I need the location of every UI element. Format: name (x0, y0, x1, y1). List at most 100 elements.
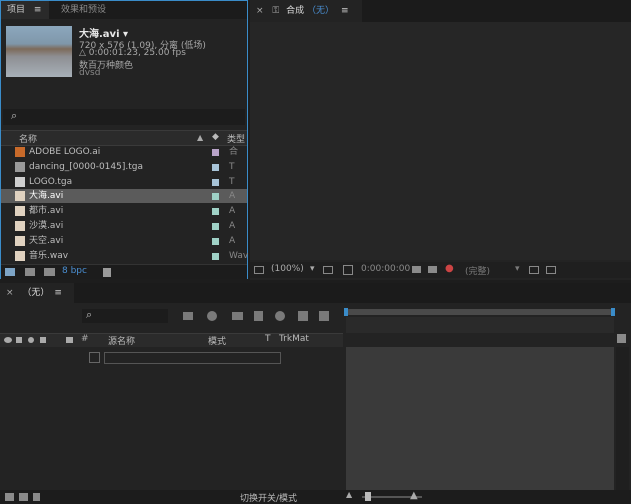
project-search-input[interactable]: ⌕ (3, 109, 245, 125)
lock-icon[interactable]: ⚿ (272, 6, 279, 16)
project-item-row[interactable]: 沙漠.avi A (1, 219, 247, 233)
panel-menu-icon[interactable]: ≡ (34, 5, 42, 15)
label-color-swatch[interactable] (212, 149, 219, 156)
draft-3d-icon[interactable] (207, 311, 217, 321)
grid-guides-icon[interactable] (323, 266, 333, 274)
label-color-swatch[interactable] (212, 163, 219, 171)
work-area-start-handle[interactable] (344, 308, 348, 316)
label-color-swatch[interactable] (212, 178, 219, 186)
column-mode[interactable]: 模式 (208, 334, 226, 347)
composition-viewer[interactable] (250, 22, 631, 260)
label-color-swatch[interactable] (212, 208, 219, 216)
project-item-type: A (229, 221, 236, 231)
chevron-down-icon[interactable]: ▾ (310, 264, 315, 274)
toggle-switches-modes-button[interactable]: 切换开关/模式 (240, 491, 297, 504)
always-preview-icon[interactable] (254, 266, 264, 274)
show-channel-icon[interactable]: ● (445, 263, 454, 274)
solo-dot-icon[interactable] (28, 337, 34, 343)
brainstorm-icon[interactable] (298, 311, 308, 321)
toggle-transparency-grid-icon[interactable] (546, 266, 556, 274)
audio-speaker-icon[interactable] (16, 337, 22, 343)
time-ruler[interactable] (346, 317, 614, 333)
new-composition-icon[interactable] (44, 268, 55, 276)
frame-blending-icon[interactable] (254, 311, 263, 321)
search-icon: ⌕ (86, 308, 93, 321)
snapshot-camera-icon[interactable] (412, 266, 421, 273)
tab-project[interactable]: 项目 ≡ (1, 1, 49, 19)
image-file-icon (15, 176, 25, 187)
fast-previews-icon[interactable] (529, 266, 539, 274)
sort-up-icon[interactable]: ▲ (197, 133, 203, 142)
close-icon[interactable]: × (256, 6, 264, 16)
project-item-row[interactable]: dancing_[0000-0145].tga T (1, 160, 247, 174)
composition-name: （无） (307, 6, 335, 16)
new-folder-icon[interactable] (25, 268, 35, 276)
label-color-swatch[interactable] (212, 237, 219, 245)
timeline-vertical-scrollbar[interactable] (616, 347, 629, 490)
bpc-button[interactable]: 8 bpc (62, 266, 87, 276)
empty-layer-checkbox[interactable] (89, 352, 100, 363)
zoom-in-icon[interactable]: ▲ (410, 490, 418, 501)
resolution-dropdown[interactable]: (完整) (465, 264, 490, 277)
video-eye-icon[interactable] (4, 337, 12, 343)
column-name[interactable]: 名称 (19, 132, 37, 145)
zoom-out-icon[interactable]: ▲ (346, 490, 352, 499)
column-source-name[interactable]: 源名称 (108, 334, 135, 347)
work-area-end-handle[interactable] (611, 308, 615, 316)
column-trkmat[interactable]: TrkMat (279, 334, 309, 344)
region-of-interest-icon[interactable] (343, 265, 353, 275)
project-item-type: 合 (229, 147, 239, 157)
label-tag-icon (66, 337, 73, 343)
project-item-name: dancing_[0000-0145].tga (29, 161, 143, 172)
panel-menu-icon[interactable]: ≡ (54, 288, 62, 298)
timeline-tabbar: × （无） ≡ (0, 283, 631, 303)
comp-marker-bin-icon[interactable] (617, 334, 626, 343)
current-time[interactable]: 0:00:00:00 (361, 264, 410, 274)
chevron-down-icon[interactable]: ▾ (515, 264, 520, 274)
composition-title: 合成 (286, 6, 305, 16)
panel-menu-icon[interactable]: ≡ (341, 6, 349, 16)
image-sequence-icon (15, 161, 25, 172)
timeline-graph-area[interactable] (346, 347, 614, 490)
tab-timeline[interactable]: × （无） ≡ (0, 283, 74, 303)
label-color-swatch[interactable] (212, 252, 219, 260)
column-t[interactable]: T (265, 334, 271, 344)
column-type[interactable]: 类型 (227, 132, 245, 145)
audio-file-icon (15, 250, 25, 261)
project-item-row[interactable]: 音乐.wav Wav (1, 249, 248, 263)
layer-switches-icon[interactable] (5, 493, 14, 501)
composition-tabbar: × ⚿ 合成 （无） ≡ (250, 0, 631, 22)
graph-editor-icon[interactable] (319, 311, 329, 321)
project-item-row[interactable]: 大海.avi A (1, 189, 247, 204)
project-item-type: A (229, 191, 236, 202)
layer-outline-area[interactable] (0, 347, 343, 490)
transfer-controls-icon[interactable] (19, 493, 28, 501)
label-color-swatch[interactable] (212, 193, 219, 201)
label-color-swatch[interactable] (212, 223, 219, 230)
motion-blur-icon[interactable] (275, 311, 285, 321)
lock-icon[interactable] (40, 337, 46, 343)
close-icon[interactable]: × (6, 288, 14, 298)
zoom-slider-handle[interactable] (365, 492, 371, 501)
work-area-bar[interactable] (346, 309, 614, 315)
composition-mini-flowchart-icon[interactable] (183, 312, 193, 320)
project-bottom-bar: 8 bpc (1, 264, 247, 279)
project-item-row[interactable]: LOGO.tga T (1, 175, 247, 189)
tab-composition[interactable]: × ⚿ 合成 （无） ≡ (250, 0, 362, 22)
hide-shy-layers-icon[interactable] (232, 312, 243, 320)
timeline-panel: × （无） ≡ ⌕ # 源名称 模式 T TrkMat 切换开关/模式 ▲ ▲ (0, 283, 631, 504)
empty-layer-name-field[interactable] (104, 352, 281, 364)
project-item-row[interactable]: 天空.avi A (1, 234, 247, 248)
project-item-type: T (229, 161, 235, 172)
tab-effects-presets[interactable]: 效果和预设 (55, 1, 112, 19)
project-item-row[interactable]: ADOBE LOGO.ai 合 (1, 145, 247, 159)
viewer-toolbar: (100%) ▾ 0:00:00:00 ● (完整) ▾ (250, 262, 631, 278)
tab-effects-label: 效果和预设 (61, 5, 107, 15)
project-item-row[interactable]: 都市.avi A (1, 204, 247, 218)
timeline-search-input[interactable]: ⌕ (82, 308, 168, 323)
in-out-stretch-icon[interactable] (33, 493, 40, 501)
show-snapshot-icon[interactable] (428, 266, 437, 273)
trash-icon[interactable] (103, 268, 111, 277)
zoom-dropdown[interactable]: (100%) (271, 264, 304, 274)
interpret-footage-icon[interactable] (5, 268, 15, 276)
